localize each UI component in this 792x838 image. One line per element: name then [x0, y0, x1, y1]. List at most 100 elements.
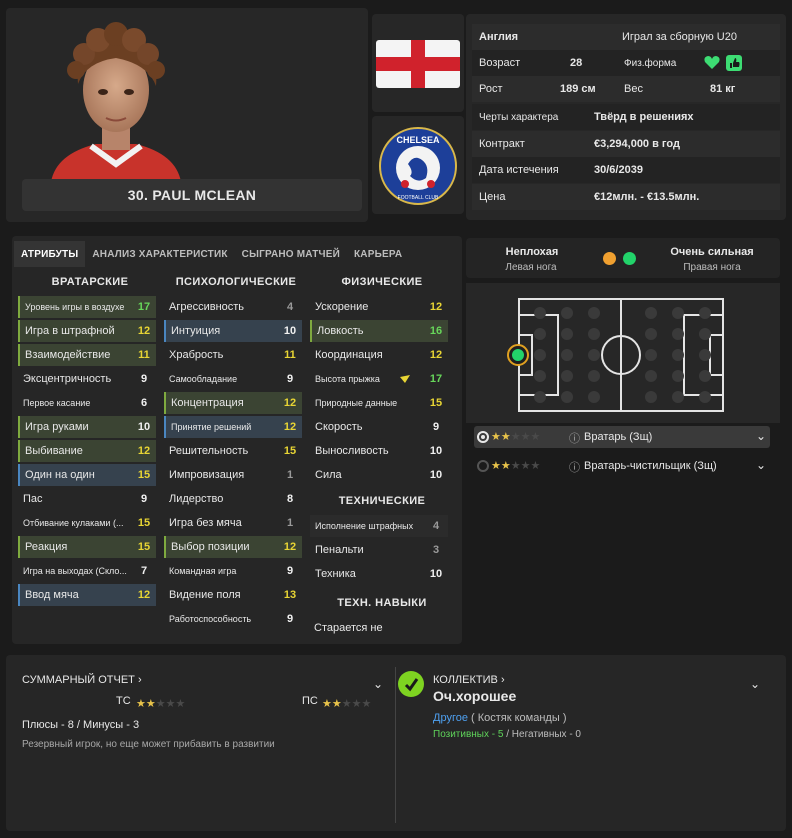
position-slot[interactable]: [561, 328, 573, 340]
position-slot[interactable]: [672, 328, 684, 340]
attribute-row[interactable]: Игра на выходах (Скло... 7: [18, 560, 156, 582]
position-slot[interactable]: [645, 391, 657, 403]
position-slot[interactable]: [645, 307, 657, 319]
star-icon: ★: [510, 460, 521, 472]
position-slot[interactable]: [699, 307, 711, 319]
attribute-row[interactable]: Решительность 15: [164, 440, 302, 462]
position-slot[interactable]: [534, 349, 546, 361]
squad-link[interactable]: Другое: [433, 712, 468, 724]
attribute-row[interactable]: Взаимодействие 11: [18, 344, 156, 366]
position-slot[interactable]: [699, 391, 711, 403]
attribute-row[interactable]: Принятие решений 12: [164, 416, 302, 438]
info-row-traits[interactable]: Черты характера Твёрд в решениях: [472, 104, 780, 130]
attribute-row[interactable]: Лидерство 8: [164, 488, 302, 510]
attribute-row[interactable]: Один на один 15: [18, 464, 156, 486]
attribute-row[interactable]: Скорость 9: [310, 416, 448, 438]
report-title[interactable]: СУММАРНЫЙ ОТЧЕТ ›: [22, 674, 142, 686]
club-badge-panel[interactable]: CHELSEA FOOTBALL CLUB: [372, 116, 464, 214]
attribute-row[interactable]: Игра руками 10: [18, 416, 156, 438]
position-slot[interactable]: [672, 307, 684, 319]
attribute-row[interactable]: Первое касание 6: [18, 392, 156, 414]
position-slot[interactable]: [672, 370, 684, 382]
attribute-row[interactable]: Ловкость 16: [310, 320, 448, 342]
chevron-down-icon[interactable]: ⌄: [756, 458, 766, 472]
position-slot[interactable]: [672, 391, 684, 403]
role-row-goalkeeper[interactable]: ★★★★★ ⓘ Вратарь (Зщ) ⌄: [474, 426, 770, 448]
attribute-row[interactable]: Игра в штрафной 12: [18, 320, 156, 342]
attribute-label: Первое касание: [23, 398, 91, 408]
chevron-down-icon[interactable]: ⌄: [373, 677, 383, 691]
position-slot[interactable]: [534, 370, 546, 382]
attribute-row[interactable]: Игра без мяча 1: [164, 512, 302, 534]
attribute-value: 9: [140, 373, 148, 385]
position-slot[interactable]: [645, 328, 657, 340]
attribute-row[interactable]: Командная игра 9: [164, 560, 302, 582]
attribute-row[interactable]: Отбивание кулаками (... 15: [18, 512, 156, 534]
attribute-row[interactable]: Эксцентричность 9: [18, 368, 156, 390]
position-slot[interactable]: [588, 307, 600, 319]
position-slot[interactable]: [561, 391, 573, 403]
role-radio[interactable]: [477, 460, 489, 472]
squad-title[interactable]: КОЛЛЕКТИВ ›: [433, 674, 505, 686]
position-slot[interactable]: [561, 307, 573, 319]
attribute-row[interactable]: Интуиция 10: [164, 320, 302, 342]
role-radio-selected[interactable]: [477, 431, 489, 443]
attribute-row[interactable]: Видение поля 13: [164, 584, 302, 606]
attribute-row[interactable]: Самообладание 9: [164, 368, 302, 390]
attribute-row[interactable]: Выбивание 12: [18, 440, 156, 462]
attribute-label: Принятие решений: [171, 422, 252, 432]
left-foot-dot: [603, 252, 616, 265]
role-row-sweeper-keeper[interactable]: ★★★★★ ⓘ Вратарь-чистильщик (Зщ) ⌄: [474, 455, 770, 477]
attribute-row[interactable]: Выбор позиции 12: [164, 536, 302, 558]
attribute-row[interactable]: Ускорение 12: [310, 296, 448, 318]
chevron-down-icon[interactable]: ⌄: [756, 429, 766, 443]
attribute-label: Отбивание кулаками (...: [23, 518, 124, 528]
position-slot[interactable]: [588, 370, 600, 382]
attribute-label: Игра руками: [25, 421, 89, 433]
chelsea-badge-icon[interactable]: CHELSEA FOOTBALL CLUB: [378, 126, 458, 206]
attribute-row[interactable]: Импровизация 1: [164, 464, 302, 486]
attribute-row[interactable]: Реакция 15: [18, 536, 156, 558]
tab-career[interactable]: КАРЬЕРА: [347, 241, 409, 267]
attribute-row[interactable]: Уровень игры в воздухе 17: [18, 296, 156, 318]
position-slot[interactable]: [699, 370, 711, 382]
attribute-row[interactable]: Храбрость 11: [164, 344, 302, 366]
position-slot[interactable]: [672, 349, 684, 361]
position-slot[interactable]: [645, 349, 657, 361]
attribute-row[interactable]: Координация 12: [310, 344, 448, 366]
tab-matches[interactable]: СЫГРАНО МАТЧЕЙ: [235, 241, 347, 267]
tab-analysis[interactable]: АНАЛИЗ ХАРАКТЕРИСТИК: [85, 241, 234, 267]
position-slot[interactable]: [588, 391, 600, 403]
attribute-row[interactable]: Работоспособность 9: [164, 608, 302, 630]
position-slot[interactable]: [588, 328, 600, 340]
tab-attributes[interactable]: АТРИБУТЫ: [14, 241, 86, 267]
attribute-row[interactable]: Выносливость 10: [310, 440, 448, 462]
attribute-row[interactable]: Агрессивность 4: [164, 296, 302, 318]
attribute-row[interactable]: Исполнение штрафных 4: [310, 515, 448, 537]
position-slot[interactable]: [534, 328, 546, 340]
attribute-row[interactable]: Природные данные 15: [310, 392, 448, 414]
info-icon[interactable]: ⓘ: [569, 459, 580, 475]
attribute-value: 15: [429, 397, 443, 409]
position-slot[interactable]: [699, 328, 711, 340]
attribute-row[interactable]: Пенальти 3: [310, 539, 448, 561]
position-slot[interactable]: [534, 307, 546, 319]
position-slot[interactable]: [561, 349, 573, 361]
attribute-label: Храбрость: [169, 349, 224, 361]
attribute-row[interactable]: Ввод мяча 12: [18, 584, 156, 606]
position-slot[interactable]: [699, 349, 711, 361]
position-slot[interactable]: [645, 370, 657, 382]
position-pitch[interactable]: [466, 283, 780, 423]
attribute-row[interactable]: Высота прыжка 17: [310, 368, 448, 390]
attribute-row[interactable]: Пас 9: [18, 488, 156, 510]
chevron-down-icon[interactable]: ⌄: [750, 677, 760, 691]
attribute-row[interactable]: Концентрация 12: [164, 392, 302, 414]
position-slot[interactable]: [534, 391, 546, 403]
position-slot[interactable]: [561, 370, 573, 382]
position-slot[interactable]: [588, 349, 600, 361]
attribute-row[interactable]: Техника 10: [310, 563, 448, 585]
info-icon[interactable]: ⓘ: [569, 430, 580, 446]
attribute-row[interactable]: Сила 10: [310, 464, 448, 486]
nation-label[interactable]: Англия: [479, 31, 518, 43]
attribute-label: Работоспособность: [169, 614, 252, 624]
